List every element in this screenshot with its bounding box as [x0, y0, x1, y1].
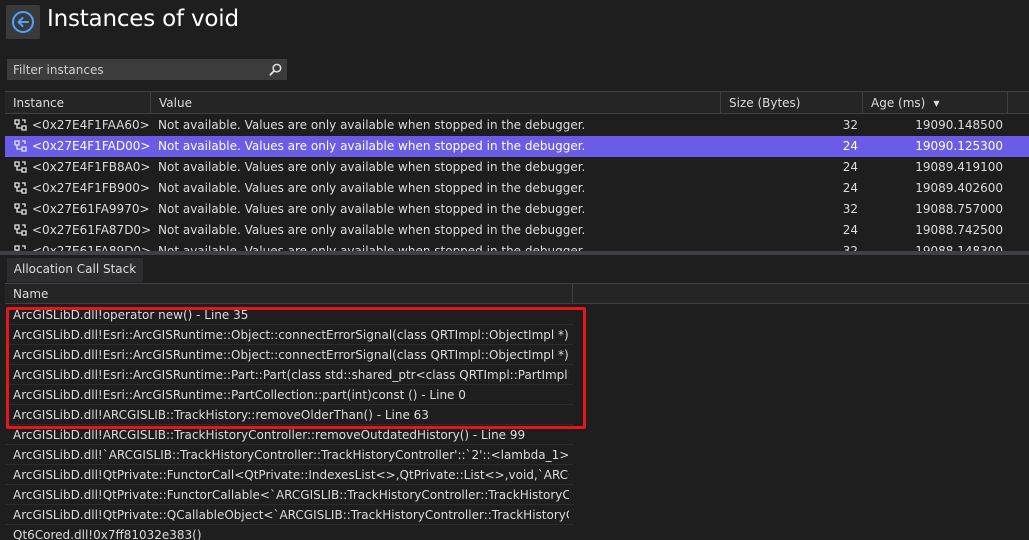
age-cell: 19088.757000 — [915, 202, 1003, 216]
call-stack-frame[interactable]: ArcGISLibD.dll!Esri::ArcGISRuntime::Part… — [5, 365, 573, 385]
instance-cell: <0x27E61FA89D0> — [13, 241, 153, 251]
size-cell: 32 — [842, 202, 858, 216]
size-cell: 32 — [842, 118, 858, 132]
table-row[interactable]: <0x27E61FA9970> Not available. Values are… — [5, 199, 1029, 220]
value-cell: Not available. Values are only available… — [158, 118, 586, 132]
call-stack-frame[interactable]: ArcGISLibD.dll!Esri::ArcGISRuntime::Obje… — [5, 325, 573, 345]
instance-cell: <0x27E61FA87D0> — [13, 220, 153, 241]
value-cell: Not available. Values are only available… — [158, 202, 586, 216]
call-stack-header: Name — [5, 283, 1029, 304]
call-stack-frame-label: ArcGISLibD.dll!QtPrivate::QCallableObjec… — [13, 508, 569, 522]
tab-allocation-call-stack[interactable]: Allocation Call Stack — [7, 258, 143, 282]
column-header-size[interactable]: Size (Bytes) — [721, 92, 863, 114]
size-cell: 24 — [842, 160, 858, 174]
instance-object-icon — [14, 140, 27, 152]
instance-address: <0x27E4F1FB8A0> — [32, 160, 151, 174]
filter-box — [7, 59, 287, 80]
age-cell: 19090.125300 — [915, 139, 1003, 153]
age-cell: 19089.402600 — [915, 181, 1003, 195]
back-button[interactable] — [6, 5, 40, 39]
age-cell: 19089.419100 — [915, 160, 1003, 174]
column-header-instance[interactable]: Instance — [5, 92, 151, 114]
table-row[interactable]: <0x27E4F1FAD00> Not available. Values are… — [5, 136, 1029, 157]
instance-object-icon — [14, 224, 27, 236]
value-cell: Not available. Values are only available… — [158, 223, 586, 237]
call-stack-frame[interactable]: ArcGISLibD.dll!operator new() - Line 35 — [5, 305, 573, 325]
instance-cell: <0x27E4F1FB8A0> — [13, 157, 153, 178]
size-cell: 24 — [842, 223, 858, 237]
instance-object-icon — [14, 182, 27, 194]
instance-cell: <0x27E4F1FB900> — [13, 178, 153, 199]
table-row[interactable]: <0x27E4F1FAA60> Not available. Values are… — [5, 115, 1029, 136]
instance-address: <0x27E4F1FB900> — [32, 181, 150, 195]
call-stack-frame[interactable]: ArcGISLibD.dll!`ARCGISLIB::TrackHistoryC… — [5, 445, 573, 465]
value-cell: Not available. Values are only available… — [158, 181, 586, 195]
value-cell: Not available. Values are only available… — [158, 160, 586, 174]
instance-object-icon — [14, 161, 27, 173]
search-icon[interactable] — [268, 62, 283, 77]
instance-object-icon — [14, 245, 26, 251]
filter-instances-input[interactable] — [8, 60, 266, 79]
value-cell: Not available. Values are only available… — [158, 139, 586, 153]
call-stack-frame-label: ArcGISLibD.dll!QtPrivate::FunctorCall<Qt… — [13, 468, 569, 482]
table-row[interactable]: <0x27E61FA87D0> Not available. Values are… — [5, 220, 1029, 241]
tab-strip: Allocation Call Stack — [0, 255, 1029, 282]
instance-object-icon — [14, 203, 27, 215]
column-header-value[interactable]: Value — [151, 92, 721, 114]
age-cell: 19088.148300 — [915, 244, 1003, 251]
call-stack-frame[interactable]: Qt6Cored.dll!0x7ff81032e383() — [5, 525, 573, 540]
instance-object-icon — [14, 119, 27, 131]
call-stack-frame-label: ArcGISLibD.dll!operator new() - Line 35 — [13, 308, 249, 322]
call-stack-frame-label: ArcGISLibD.dll!Esri::ArcGISRuntime::Obje… — [13, 328, 569, 342]
back-arrow-icon — [12, 11, 34, 33]
size-cell: 32 — [842, 244, 858, 251]
instance-address: <0x27E4F1FAD00> — [32, 139, 151, 153]
call-stack-table: Name ArcGISLibD.dll!operator new() - Lin… — [5, 283, 1029, 540]
instance-address: <0x27E61FA87D0> — [32, 223, 152, 237]
call-stack-frame[interactable]: ArcGISLibD.dll!ARCGISLIB::TrackHistory::… — [5, 405, 573, 425]
column-header-name[interactable]: Name — [5, 284, 573, 304]
call-stack-frame[interactable]: ArcGISLibD.dll!QtPrivate::QCallableObjec… — [5, 505, 573, 525]
call-stack-frame-label: ArcGISLibD.dll!Esri::ArcGISRuntime::Obje… — [13, 348, 569, 362]
instances-table: Instance Value Size (Bytes) Age (ms) ▼ <0… — [5, 91, 1029, 251]
call-stack-frame-label: ArcGISLibD.dll!ARCGISLIB::TrackHistory::… — [13, 408, 429, 422]
instance-cell: <0x27E4F1FAD00> — [13, 136, 153, 157]
call-stack-frame[interactable]: ArcGISLibD.dll!QtPrivate::FunctorCallabl… — [5, 485, 573, 505]
instance-address: <0x27E61FA9970> — [32, 202, 150, 216]
table-row[interactable]: <0x27E61FA89D0> Not available. Values are… — [5, 241, 1029, 251]
column-header-age[interactable]: Age (ms) ▼ — [863, 92, 1008, 114]
call-stack-frame[interactable]: ArcGISLibD.dll!Esri::ArcGISRuntime::Obje… — [5, 345, 573, 365]
call-stack-frame-label: ArcGISLibD.dll!QtPrivate::FunctorCallabl… — [13, 488, 569, 502]
page-title: Instances of void — [47, 6, 239, 32]
size-cell: 24 — [842, 181, 858, 195]
column-header-age-label: Age (ms) — [871, 96, 926, 110]
call-stack-frame[interactable]: ArcGISLibD.dll!ARCGISLIB::TrackHistoryCo… — [5, 425, 573, 445]
age-cell: 19088.742500 — [915, 223, 1003, 237]
call-stack-frame-label: ArcGISLibD.dll!`ARCGISLIB::TrackHistoryC… — [13, 448, 569, 462]
header: Instances of void — [0, 0, 1029, 44]
table-row[interactable]: <0x27E4F1FB900> Not available. Values are… — [5, 178, 1029, 199]
call-stack-frame[interactable]: ArcGISLibD.dll!QtPrivate::FunctorCall<Qt… — [5, 465, 573, 485]
instance-cell: <0x27E4F1FAA60> — [13, 115, 153, 136]
size-cell: 24 — [842, 139, 858, 153]
call-stack-frame-label: ArcGISLibD.dll!Esri::ArcGISRuntime::Part… — [13, 388, 466, 402]
instance-address: <0x27E4F1FAA60> — [32, 118, 150, 132]
table-row[interactable]: <0x27E4F1FB8A0> Not available. Values are… — [5, 157, 1029, 178]
call-stack-frame-label: Qt6Cored.dll!0x7ff81032e383() — [13, 528, 202, 540]
age-cell: 19090.148500 — [915, 118, 1003, 132]
instance-address: <0x27E61FA89D0> — [32, 244, 152, 251]
call-stack-frame[interactable]: ArcGISLibD.dll!Esri::ArcGISRuntime::Part… — [5, 385, 573, 405]
instance-cell: <0x27E61FA9970> — [13, 199, 153, 220]
sort-descending-icon: ▼ — [933, 98, 940, 108]
instances-table-header: Instance Value Size (Bytes) Age (ms) ▼ — [5, 91, 1029, 114]
call-stack-frame-label: ArcGISLibD.dll!ARCGISLIB::TrackHistoryCo… — [13, 428, 526, 442]
value-cell: Not available. Values are only available… — [158, 244, 586, 251]
call-stack-frame-label: ArcGISLibD.dll!Esri::ArcGISRuntime::Part… — [13, 368, 569, 382]
